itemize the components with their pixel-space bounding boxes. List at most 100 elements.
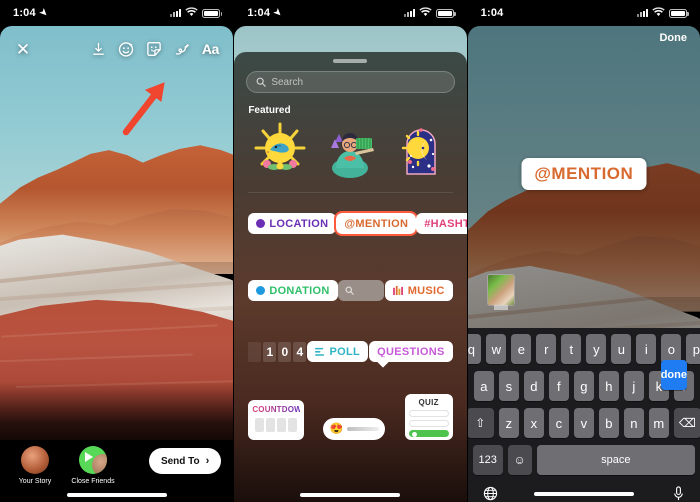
key-j[interactable]: j [623, 371, 644, 401]
status-bar-1: 1:04 ➤ [0, 0, 233, 26]
countdown-digit-2: 0 [278, 341, 292, 362]
backspace-key-icon[interactable]: ⌫ [673, 408, 700, 438]
home-indicator-3 [533, 492, 634, 496]
draw-icon[interactable] [169, 36, 195, 62]
mention-sticker-button[interactable]: @MENTION [334, 211, 419, 236]
numbers-key[interactable]: 123 [472, 445, 503, 475]
status-time-1: 1:04 ➤ [13, 6, 50, 19]
destination-your-story[interactable]: Your Story [12, 446, 58, 485]
your-story-label: Your Story [18, 478, 52, 485]
key-q[interactable]: q [467, 334, 482, 364]
countdown-digit-1: 1 [263, 341, 277, 362]
key-u[interactable]: u [611, 334, 632, 364]
celestial-sun-moon-sticker[interactable] [393, 122, 449, 178]
done-button[interactable]: Done [659, 32, 687, 44]
cellular-signal-icon-2 [403, 9, 415, 17]
countdown-digit-boxes [252, 418, 300, 432]
key-a[interactable]: a [473, 371, 494, 401]
key-h[interactable]: h [598, 371, 619, 401]
wifi-icon-2 [419, 6, 432, 20]
key-d[interactable]: d [523, 371, 544, 401]
chevron-right-icon: › [205, 455, 210, 467]
location-sticker-button[interactable]: LOCATION [248, 213, 337, 234]
questions-sticker-button[interactable]: QUESTIONS [369, 341, 453, 362]
quiz-sticker-label: QUIZ [418, 398, 439, 407]
wifi-icon-3 [652, 6, 665, 20]
key-z[interactable]: z [498, 408, 519, 438]
placed-mention-sticker[interactable]: @MENTION [521, 158, 647, 190]
key-n[interactable]: n [623, 408, 644, 438]
featured-stickers-row [246, 122, 454, 178]
music-sticker-label: MUSIC [407, 284, 445, 297]
story-photo-canvas[interactable]: ✕ Aa [0, 26, 234, 440]
text-tool-icon[interactable]: Aa [197, 36, 223, 62]
home-indicator-1 [66, 493, 167, 497]
search-placeholder: Search [271, 76, 304, 88]
countdown-sticker-button[interactable]: COUNTDOWN [248, 400, 308, 440]
key-f[interactable]: f [548, 371, 569, 401]
key-w[interactable]: w [486, 334, 507, 364]
destination-close-friends[interactable]: Close Friends [58, 446, 128, 485]
globe-icon[interactable] [483, 486, 498, 502]
key-y[interactable]: y [586, 334, 607, 364]
slider-track[interactable] [347, 427, 380, 431]
hashtag-sticker-button[interactable]: #HASHTAG [416, 213, 467, 234]
tray-divider [248, 192, 453, 193]
quiz-option-1 [408, 410, 449, 417]
shift-key-icon[interactable]: ⇧ [467, 408, 494, 438]
key-t[interactable]: t [561, 334, 582, 364]
bird-sun-flowers-sticker[interactable] [252, 122, 308, 178]
microphone-icon[interactable] [672, 486, 685, 502]
close-friends-label: Close Friends [71, 478, 115, 485]
donation-sticker-label: DONATION [269, 284, 330, 297]
space-key[interactable]: space [536, 445, 695, 475]
panel-story-editor: 1:04 ➤ ✕ Aa Your Story Close Friends Sen… [0, 0, 234, 502]
key-e[interactable]: e [511, 334, 532, 364]
key-p[interactable]: p [686, 334, 700, 364]
search-sticker-button[interactable] [338, 280, 385, 301]
status-bar-3: 1:04 [468, 0, 700, 26]
key-s[interactable]: s [498, 371, 519, 401]
key-c[interactable]: c [548, 408, 569, 438]
send-to-button[interactable]: Send To › [148, 448, 222, 474]
key-m[interactable]: m [648, 408, 669, 438]
panel-mention-placed: 1:04 Done @MENTION q w e r t y u i o p a… [466, 0, 700, 502]
music-sticker-button[interactable]: MUSIC [384, 280, 453, 301]
cellular-signal-icon-1 [170, 9, 182, 17]
status-indicators-1 [170, 6, 223, 20]
key-b[interactable]: b [598, 408, 619, 438]
quiz-sticker-button[interactable]: QUIZ [404, 394, 453, 440]
status-time-label-1: 1:04 [13, 7, 36, 19]
sheet-grabber-handle[interactable] [333, 59, 368, 63]
search-input[interactable]: Search [246, 71, 455, 93]
heart-icon [256, 286, 266, 295]
sticker-icon[interactable] [141, 36, 167, 62]
quiz-option-correct [408, 430, 449, 437]
status-bar-2: 1:04 ➤ [234, 0, 466, 26]
poll-sticker-button[interactable]: POLL [307, 341, 369, 362]
quiz-option-2 [408, 420, 449, 427]
emoji-key-icon[interactable]: ☺ [507, 445, 532, 475]
close-icon[interactable]: ✕ [10, 36, 36, 62]
emoji-slider-sticker-button[interactable]: 😍 [323, 418, 386, 440]
wifi-icon-1 [185, 6, 198, 20]
camera-roll-thumbnail[interactable] [487, 275, 514, 310]
key-x[interactable]: x [523, 408, 544, 438]
keyboard-row-3: ⇧ z x c v b n m ⌫ [467, 408, 700, 438]
key-g[interactable]: g [573, 371, 594, 401]
search-sticker-icon [345, 286, 354, 295]
download-icon[interactable] [85, 36, 111, 62]
keyboard-done-key[interactable]: done [660, 360, 687, 390]
send-to-label: Send To [160, 455, 200, 467]
countdown-number-sticker[interactable]: 1 0 4 [248, 341, 307, 362]
key-r[interactable]: r [536, 334, 557, 364]
woman-reading-sticker[interactable] [322, 122, 378, 178]
key-v[interactable]: v [573, 408, 594, 438]
battery-icon-2 [435, 8, 456, 18]
home-indicator-2 [300, 493, 401, 497]
desert-landscape-photo [0, 26, 234, 440]
donation-sticker-button[interactable]: DONATION [248, 280, 338, 301]
key-i[interactable]: i [636, 334, 657, 364]
smiley-effects-icon[interactable] [113, 36, 139, 62]
countdown-digit-blank [248, 341, 262, 362]
